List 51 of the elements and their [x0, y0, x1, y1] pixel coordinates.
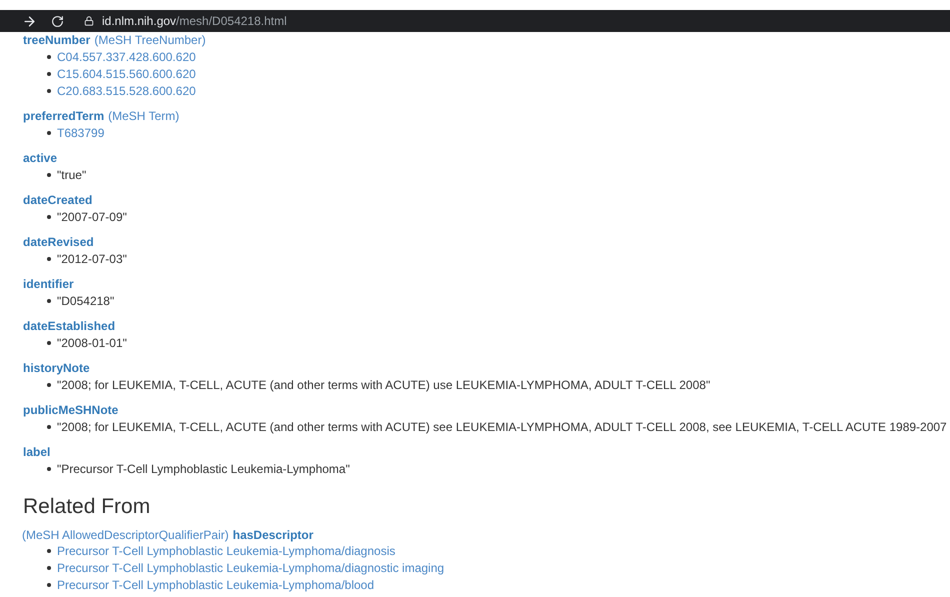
value-link[interactable]: C20.683.515.528.600.620 — [57, 82, 196, 100]
property-name[interactable]: active — [23, 149, 58, 167]
lock-icon — [84, 16, 94, 26]
property-name[interactable]: identifier — [23, 275, 74, 293]
value-text: "2007-07-09" — [57, 208, 127, 226]
bullet-icon — [47, 566, 51, 570]
url-host: id.nlm.nih.gov — [102, 13, 176, 30]
bullet-icon — [47, 340, 51, 344]
property-name[interactable]: hasDescriptor — [232, 526, 314, 544]
bullet-icon — [47, 54, 51, 58]
property-type-link[interactable]: (MeSH TreeNumber) — [94, 31, 206, 49]
property-name[interactable]: treeNumber — [23, 31, 90, 49]
value-text: "2008; for LEUKEMIA, T-CELL, ACUTE (and other terms with ACUTE) use LEUKEMIA-LYMPHOMA, ADULT T-CELL 2008" — [57, 376, 710, 394]
bullet-icon — [47, 583, 51, 587]
property-name[interactable]: historyNote — [23, 359, 90, 377]
value-text: "true" — [57, 166, 86, 184]
bullet-icon — [47, 549, 51, 553]
bullet-icon — [47, 72, 51, 76]
property-name[interactable]: dateCreated — [23, 191, 92, 209]
property-name[interactable]: label — [23, 443, 50, 461]
bullet-icon — [47, 466, 51, 470]
property-name[interactable]: dateRevised — [23, 233, 94, 251]
value-text: "D054218" — [57, 292, 114, 310]
value-text: "2008; for LEUKEMIA, T-CELL, ACUTE (and other terms with ACUTE) see LEUKEMIA-LYMPHOMA, ADULT T-CELL 2008, see LEUKEMIA, T-CELL ACUTE 1989-2007 — [57, 418, 947, 436]
bullet-icon — [47, 130, 51, 134]
bullet-icon — [47, 172, 51, 176]
value-link[interactable]: Precursor T-Cell Lymphoblastic Leukemia-Lymphoma/blood — [57, 576, 374, 594]
bullet-icon — [47, 256, 51, 260]
value-text: "Precursor T-Cell Lymphoblastic Leukemia-Lymphoma" — [57, 460, 350, 478]
value-link[interactable]: Precursor T-Cell Lymphoblastic Leukemia-Lymphoma/diagnosis — [57, 542, 396, 560]
property-name[interactable]: dateEstablished — [23, 317, 116, 335]
value-link[interactable]: T683799 — [57, 124, 104, 142]
bullet-icon — [47, 214, 51, 218]
property-type-link[interactable]: (MeSH Term) — [108, 107, 180, 125]
address-bar[interactable]: id.nlm.nih.gov/mesh/D054218.html — [84, 12, 287, 30]
property-type-link[interactable]: (MeSH AllowedDescriptorQualifierPair) — [22, 526, 229, 544]
value-link[interactable]: C15.604.515.560.600.620 — [57, 64, 196, 82]
value-text: "2012-07-03" — [57, 250, 127, 268]
bullet-icon — [47, 382, 51, 386]
property-name[interactable]: publicMeSHNote — [23, 401, 118, 419]
bullet-icon — [47, 298, 51, 302]
value-text: "2008-01-01" — [57, 334, 127, 352]
value-link[interactable]: Precursor T-Cell Lymphoblastic Leukemia-Lymphoma/diagnostic imaging — [57, 559, 444, 577]
property-name[interactable]: preferredTerm — [23, 107, 104, 125]
bullet-icon — [47, 424, 51, 428]
value-link[interactable]: C04.557.337.428.600.620 — [57, 48, 196, 66]
bullet-icon — [47, 88, 51, 92]
reload-icon[interactable] — [51, 14, 64, 28]
forward-icon[interactable] — [22, 14, 37, 28]
section-heading: Related From — [23, 494, 152, 520]
url-path: /mesh/D054218.html — [176, 13, 287, 30]
